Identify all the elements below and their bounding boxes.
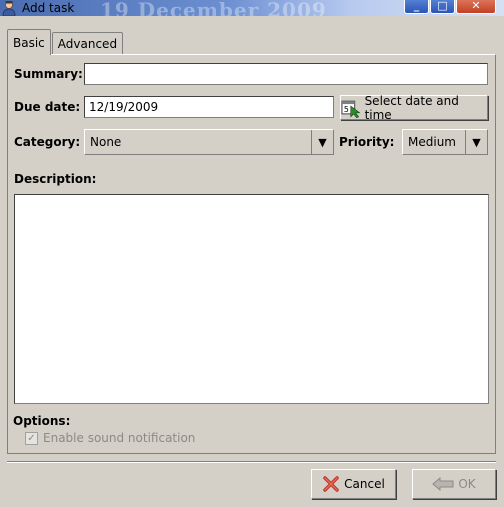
tab-bar: Basic Advanced [7,29,124,55]
select-date-button-label: Select date and time [364,93,459,122]
priority-label: Priority: [339,135,395,149]
close-icon: ✕ [471,0,481,12]
tab-basic[interactable]: Basic [7,29,51,55]
description-label: Description: [14,172,97,186]
user-icon [2,1,16,16]
title-bar[interactable]: 19 December 2009 Add task _ □ ✕ [0,0,504,16]
arrow-left-icon [432,477,454,491]
ok-button-label: OK [458,477,476,491]
x-icon [323,476,339,492]
checkmark-icon: ✓ [27,433,36,444]
category-value: None [90,135,122,149]
chevron-down-icon[interactable]: ▼ [465,130,487,154]
chevron-down-icon[interactable]: ▼ [311,130,333,154]
ok-button[interactable]: OK [412,469,496,499]
summary-label: Summary: [14,67,83,81]
select-date-button[interactable]: 5 Select date and time [340,93,488,122]
minimize-button[interactable]: _ [404,0,429,14]
description-textarea[interactable] [14,194,489,404]
priority-select[interactable]: Medium ▼ [402,129,488,155]
calendar-icon: 5 [341,100,361,118]
sound-notification-label: Enable sound notification [43,431,196,445]
cancel-button-label: Cancel [344,477,385,491]
due-date-label: Due date: [14,100,81,114]
due-date-input[interactable]: 12/19/2009 [84,96,334,118]
window-title: Add task [22,1,75,15]
svg-text:5: 5 [344,104,349,113]
tab-advanced-label: Advanced [57,36,118,51]
title-bar-background-text: 19 December 2009 [100,0,327,16]
cancel-button[interactable]: Cancel [311,469,396,499]
footer-separator [7,461,496,463]
close-button[interactable]: ✕ [456,0,496,14]
sound-notification-checkbox[interactable]: ✓ [25,432,38,445]
category-label: Category: [14,135,81,149]
tab-advanced[interactable]: Advanced [51,32,124,54]
maximize-button[interactable]: □ [430,0,455,14]
maximize-icon: □ [437,0,448,12]
tab-basic-label: Basic [13,35,45,50]
options-label: Options: [13,414,71,428]
category-select[interactable]: None ▼ [84,129,334,155]
minimize-icon: _ [413,0,420,12]
summary-input[interactable] [84,63,488,85]
priority-value: Medium [408,135,456,149]
